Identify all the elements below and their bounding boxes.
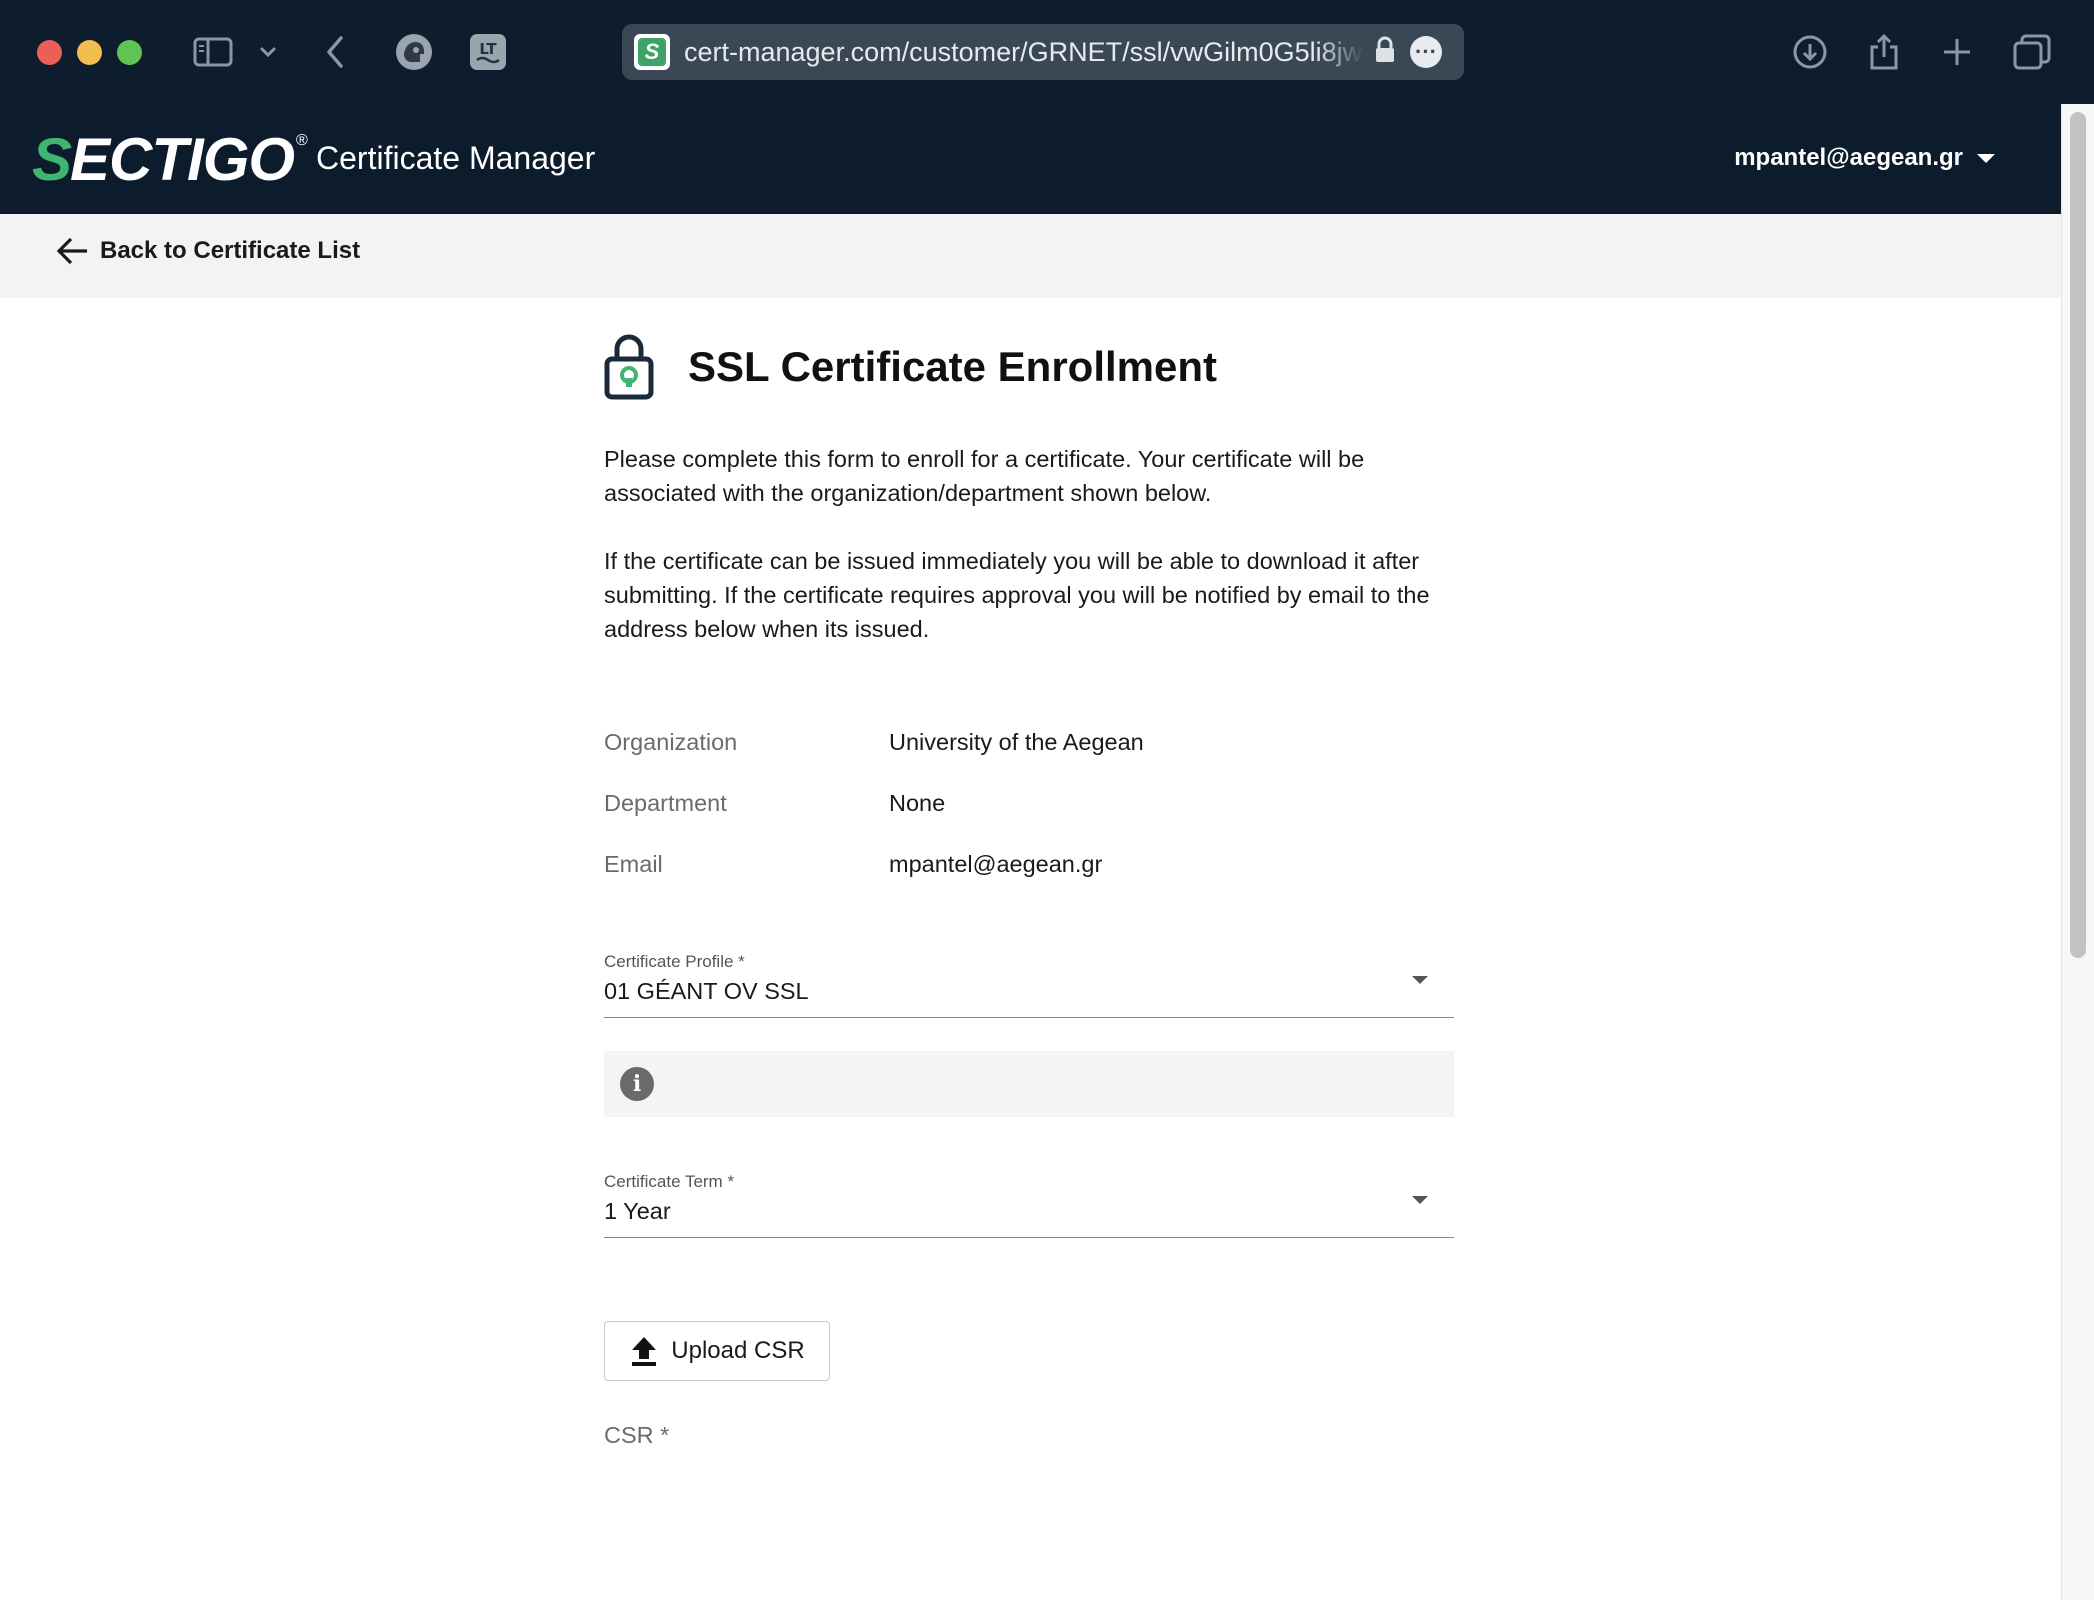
close-window-button[interactable] [37,40,62,65]
minimize-window-button[interactable] [77,40,102,65]
details-table: Organization University of the Aegean De… [604,712,1454,895]
dropdown-arrow-icon [1412,976,1428,984]
navigation-subbar: Back to Certificate List [0,214,2061,298]
tab-overview-icon[interactable] [2012,30,2052,74]
intro-paragraph: Please complete this form to enroll for … [604,446,1365,506]
details-row-email: Email mpantel@aegean.gr [604,834,1454,895]
share-icon[interactable] [1866,30,1902,74]
upload-icon [632,1337,657,1366]
sidebar-toggle-icon[interactable] [192,30,234,74]
details-value: mpantel@aegean.gr [889,851,1103,877]
lock-icon [1374,36,1396,69]
upload-csr-button[interactable]: Upload CSR [604,1321,830,1381]
upload-button-label: Upload CSR [671,1337,805,1364]
address-bar[interactable]: S cert-manager.com/customer/GRNET/ssl/vw… [622,24,1464,80]
user-email: mpantel@aegean.gr [1734,144,1963,171]
extension-lt-icon[interactable]: LT [468,30,508,74]
details-label: Email [604,851,663,877]
site-favicon: S [634,34,670,70]
caret-down-icon [1977,153,1995,163]
dropdown-arrow-icon [1412,1196,1428,1204]
details-label: Department [604,790,727,816]
url-text[interactable]: cert-manager.com/customer/GRNET/ssl/vwGi… [684,37,1364,68]
select-value: 1 Year [604,1198,671,1224]
extension-helmet-icon[interactable] [394,30,434,74]
details-row-organization: Organization University of the Aegean [604,712,1454,773]
scrollbar[interactable] [2061,104,2094,1600]
app-title: Certificate Manager [316,140,596,176]
chevron-down-icon[interactable] [256,30,280,74]
details-label: Organization [604,729,738,755]
svg-text:LT: LT [479,40,497,58]
page-title: SSL Certificate Enrollment [688,343,1218,390]
profile-info-box: i [604,1051,1454,1117]
main-content: SSL Certificate Enrollment Please comple… [0,298,2061,1600]
details-row-department: Department None [604,773,1454,834]
app-header: S ECTIGO ® Certificate Manager mpantel@aeg… [0,104,2061,214]
padlock-icon [604,334,654,400]
back-to-list-link[interactable]: Back to Certificate List [56,236,360,266]
info-icon[interactable]: i [620,1067,654,1101]
certificate-term-select[interactable]: Certificate Term * 1 Year [604,1162,1454,1238]
intro-paragraph: If the certificate can be issued immedia… [604,548,1430,642]
more-options-icon[interactable]: ··· [1410,36,1442,68]
intro-text: Please complete this form to enroll for … [604,442,1464,680]
details-value: None [889,790,946,816]
page-heading: SSL Certificate Enrollment [604,334,1217,400]
select-value: 01 GÉANT OV SSL [604,978,809,1004]
new-tab-icon[interactable] [1940,30,1974,74]
maximize-window-button[interactable] [117,40,142,65]
arrow-left-icon [56,237,87,265]
certificate-profile-select[interactable]: Certificate Profile * 01 GÉANT OV SSL [604,942,1454,1018]
back-link-label: Back to Certificate List [100,237,361,264]
select-label: Certificate Term * [604,1172,735,1191]
user-menu[interactable]: mpantel@aegean.gr [1734,144,1995,172]
back-arrow-icon[interactable] [320,30,350,74]
select-label: Certificate Profile * [604,952,745,971]
csr-label: CSR * [604,1422,670,1448]
scrollbar-thumb[interactable] [2070,112,2086,958]
details-value: University of the Aegean [889,729,1144,755]
downloads-icon[interactable] [1790,30,1830,74]
sectigo-logo[interactable]: S ECTIGO ® [32,130,308,190]
browser-toolbar: LT S cert-manager.com/customer/GRNET/ssl… [0,0,2094,104]
